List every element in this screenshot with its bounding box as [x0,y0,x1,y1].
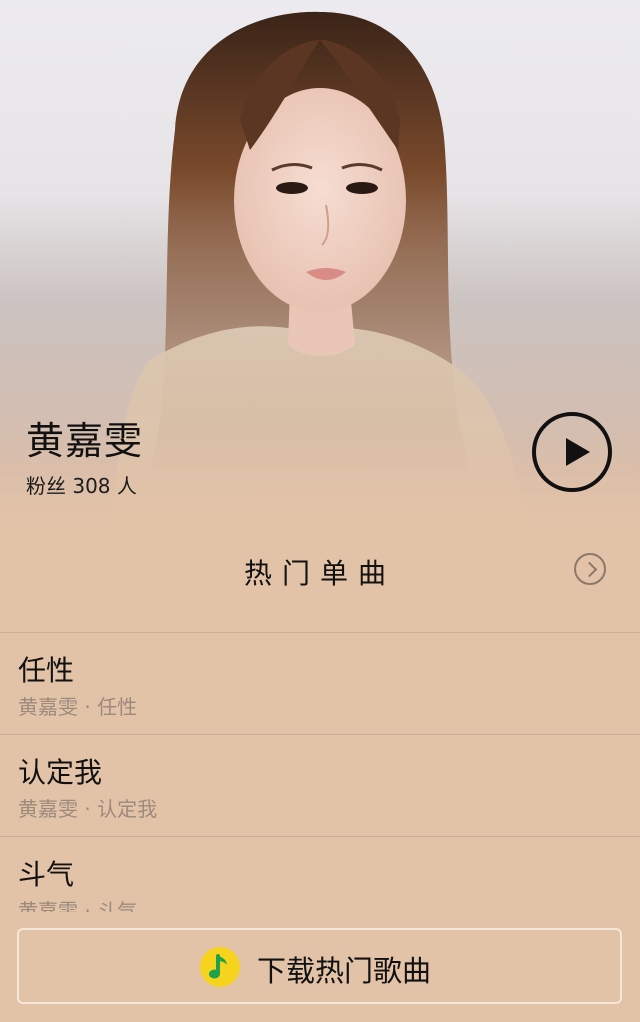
song-list: 任性 黄嘉雯 · 任性 认定我 黄嘉雯 · 认定我 斗气 黄嘉雯 · 斗气 [0,632,640,939]
section-title: 热门单曲 [243,557,396,590]
artist-page: 黄嘉雯 粉丝 308 人 热门单曲 任性 黄嘉雯 · 任性 认定我 黄嘉雯 · … [0,0,640,1022]
download-label: 下载热门歌曲 [257,954,432,988]
download-hot-songs-button[interactable]: 下载热门歌曲 [17,928,622,1004]
chevron-right-icon [581,561,598,578]
fans-count: 粉丝 308 人 [26,474,137,498]
qq-music-icon [200,947,240,987]
song-title: 认定我 [18,756,103,789]
artist-hero: 黄嘉雯 粉丝 308 人 [0,0,640,550]
play-icon [566,438,590,466]
more-songs-button[interactable] [574,553,606,585]
artist-name: 黄嘉雯 [26,419,144,463]
song-subtitle: 黄嘉雯 · 任性 [18,695,138,719]
hot-songs-header: 热门单曲 [0,540,640,632]
play-button[interactable] [532,412,612,492]
list-item[interactable]: 任性 黄嘉雯 · 任性 [0,632,640,735]
list-item[interactable]: 认定我 黄嘉雯 · 认定我 [0,735,640,837]
song-title: 斗气 [18,858,75,891]
song-subtitle: 黄嘉雯 · 认定我 [18,797,158,821]
download-bar: 下载热门歌曲 [0,912,640,1022]
song-title: 任性 [18,654,75,687]
